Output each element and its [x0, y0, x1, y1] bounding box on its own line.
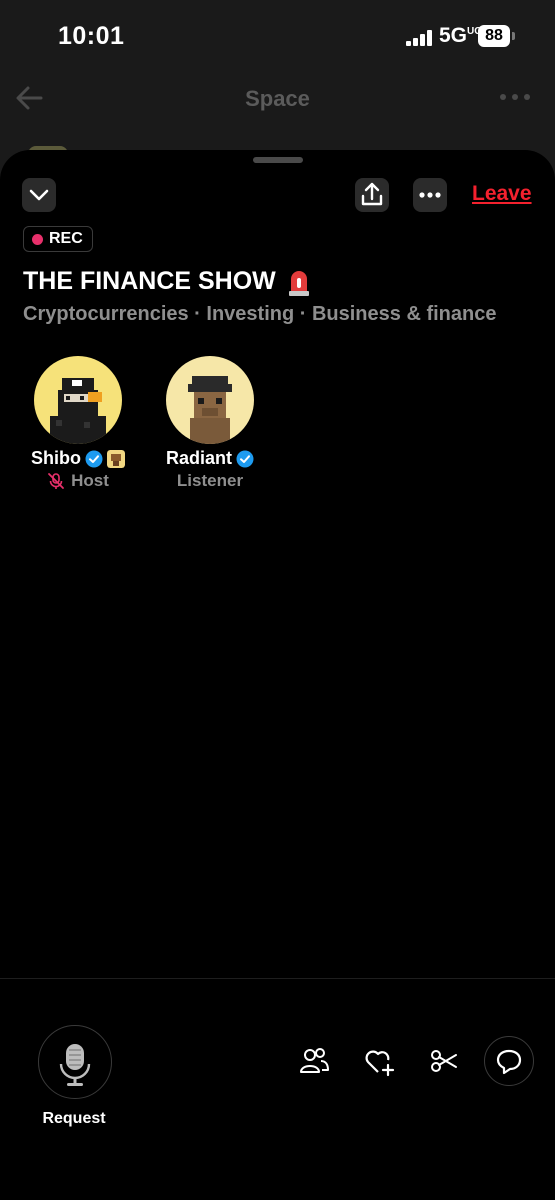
collapse-button[interactable]: [22, 178, 56, 212]
avatar: [34, 356, 122, 444]
participant-name: Radiant: [165, 448, 232, 468]
participant-name: Shibo: [31, 448, 81, 468]
participant-role-row: Listener: [140, 471, 280, 491]
battery-tip: [512, 32, 515, 40]
affiliate-badge-icon: [107, 449, 125, 468]
people-icon[interactable]: [297, 1044, 331, 1078]
leave-button[interactable]: Leave: [472, 182, 532, 206]
page-title: Space: [245, 86, 310, 111]
siren-icon: [288, 271, 309, 296]
participant-role-row: Host: [8, 471, 148, 491]
sheet-grabber[interactable]: [253, 157, 303, 163]
participant-name-row: Radiant: [140, 448, 280, 469]
space-title-row: THE FINANCE SHOW: [23, 266, 312, 296]
more-horizontal-icon: [419, 192, 441, 198]
recording-badge: REC: [23, 226, 93, 252]
status-bar: 10:01 5GUC 88: [0, 0, 555, 70]
network-type: 5GUC: [439, 24, 482, 47]
participant-host[interactable]: Shibo Host: [8, 356, 148, 491]
mic-off-icon: [48, 473, 65, 489]
status-time: 10:01: [58, 22, 125, 50]
more-horizontal-icon[interactable]: [498, 85, 532, 109]
share-icon: [361, 182, 383, 206]
participant-role: Listener: [176, 471, 244, 490]
more-options-button[interactable]: [413, 178, 447, 212]
battery-indicator: 88: [478, 25, 510, 47]
verified-badge-icon: [85, 450, 103, 467]
pixel-avatar-shibo: [34, 356, 122, 444]
comment-icon: [496, 1049, 522, 1075]
pixel-avatar-radiant: [166, 356, 254, 444]
bottom-divider: [0, 978, 555, 979]
participant-listener[interactable]: Radiant Listener: [140, 356, 280, 491]
space-title: THE FINANCE SHOW: [23, 266, 276, 295]
participant-name-row: Shibo: [8, 448, 148, 469]
recording-label: REC: [49, 230, 83, 247]
request-label: Request: [42, 1110, 106, 1127]
heart-plus-icon[interactable]: [362, 1044, 396, 1078]
avatar: [166, 356, 254, 444]
recording-dot-icon: [32, 233, 43, 245]
microphone-icon: [59, 1044, 91, 1086]
chevron-down-icon: [29, 189, 49, 201]
scissors-icon[interactable]: [427, 1044, 461, 1078]
request-to-speak-button[interactable]: [38, 1025, 112, 1099]
participant-role: Host: [71, 471, 109, 490]
chat-button[interactable]: [484, 1036, 534, 1086]
signal-icon: [406, 30, 432, 46]
space-topics: Cryptocurrencies · Investing · Business …: [23, 303, 497, 325]
share-button[interactable]: [355, 178, 389, 212]
verified-badge-icon: [236, 450, 254, 467]
